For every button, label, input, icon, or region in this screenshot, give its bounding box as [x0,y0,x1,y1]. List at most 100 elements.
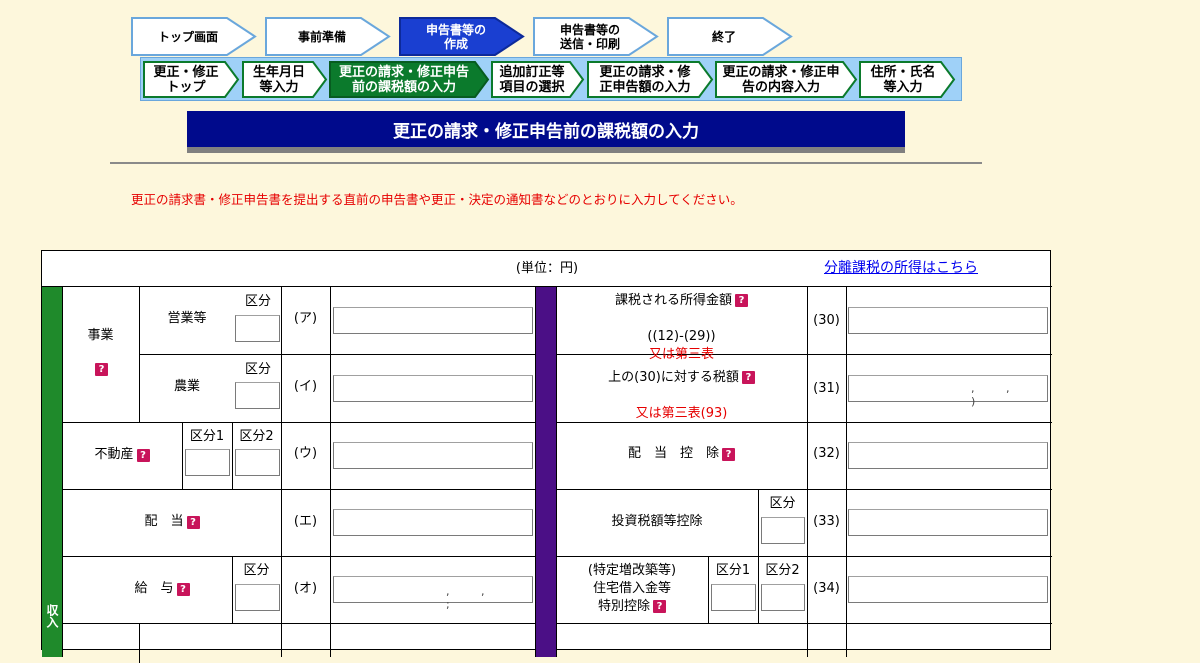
r33-amount-input[interactable] [848,509,1048,536]
r30-label-block: 課税される所得金額? ((12)-(29)) 又は第三表 [556,293,807,362]
code-a: (ア) [293,311,318,326]
step-label: 申告書等の 送信・印刷 [559,22,620,51]
substep-label: 更正の請求・修 正申告額の入力 [599,64,691,95]
substep-correction-content[interactable]: 更正の請求・修正申 告の内容入力 [715,61,858,98]
substep-additional-items[interactable]: 追加訂正等 項目の選択 [491,61,585,98]
eigyo-amount-input[interactable] [333,307,533,334]
tax-form: (単位：円) 分離課税の所得はこちら 収入 事業 ? 営業等 区分 (ア) 農業… [41,250,1052,663]
step-create-return[interactable]: 申告書等の 作成 [399,17,525,56]
r32-amount-input[interactable] [848,442,1048,469]
eigyo-kubun-label: 区分 [244,294,271,309]
fudosan-amount-input[interactable] [333,442,533,469]
haito-row-label: 配 当? [102,510,242,534]
income-band-label: 収入 [45,604,59,628]
nogyo-kubun-label: 区分 [244,362,271,377]
notice-text: 更正の請求書・修正申告書を提出する直前の申告書や更正・決定の通知書などのとおりに… [131,192,743,207]
help-icon-r31[interactable]: ? [741,371,755,384]
substep-label: 追加訂正等 項目の選択 [499,64,565,95]
substep-correction-top[interactable]: 更正・修正 トップ [143,61,240,98]
grid-line [556,556,1052,557]
r31-amount-input[interactable]: , , ) [848,375,1048,408]
grid-line [807,287,808,657]
kyuyo-kubun-label: 区分 [243,563,270,578]
fudosan-kubun1-input[interactable] [185,449,230,476]
r30-sub: ((12)-(29)) [647,329,716,344]
grid-line [62,489,536,490]
r31-text: 上の(30)に対する税額? 又は第三表(93) [608,351,755,423]
step-send-print[interactable]: 申告書等の 送信・印刷 [533,17,659,56]
nogyo-label: 農業 [173,379,200,394]
help-icon-haito[interactable]: ? [186,515,200,529]
page-title-shadow [187,147,905,153]
step-preparation[interactable]: 事前準備 [265,17,391,56]
r30-label: 課税される所得金額 [614,293,732,308]
divider [110,162,982,164]
r33-kubun-label: 区分 [769,496,796,511]
step-finish[interactable]: 終了 [667,17,793,56]
step-label: 終了 [711,29,736,44]
fudosan-kubun2-label: 区分2 [239,429,274,444]
kyuyo-label: 給 与 [134,581,174,596]
r32-label-block: 配 当 控 除? [556,442,807,466]
help-icon-fudosan[interactable]: ? [136,448,150,462]
r34-label-block: (特定増改築等) 住宅借入金等 特別控除? [556,561,708,617]
r31-red: 又は第三表(93) [635,406,728,421]
code-u: (ウ) [293,446,318,461]
help-icon-business[interactable]: ? [95,363,108,376]
r34-kubun1-label: 区分1 [715,563,751,578]
haito-amount-input[interactable] [333,509,533,536]
nogyo-kubun-input[interactable] [235,382,280,409]
eigyo-label: 営業等 [167,311,207,326]
code-33: (33) [813,514,840,529]
r34-kubun2-input[interactable] [761,584,805,611]
step-top[interactable]: トップ画面 [131,17,257,56]
code-30: (30) [813,313,840,328]
grid-line [535,287,536,657]
separate-tax-link[interactable]: 分離課税の所得はこちら [824,257,978,277]
step-label: 申告書等の 作成 [425,22,486,51]
kyuyo-digit-separators: , , ; [446,585,499,611]
r33-kubun-input[interactable] [761,517,805,544]
nogyo-amount-input[interactable] [333,375,533,402]
fudosan-kubun2-input[interactable] [235,449,280,476]
substep-label: 更正の請求・修正申 告の内容入力 [722,64,840,95]
r31-label-block: 上の(30)に対する税額? 又は第三表(93) [556,367,807,421]
fudosan-label: 不動産 [94,447,134,462]
r31-digit-separators: , , ) [971,382,1024,408]
code-o: (オ) [293,581,318,596]
r32-label: 配 当 控 除 [627,446,719,461]
kyuyo-row-label: 給 与? [102,577,222,601]
r34-amount-input[interactable] [848,576,1048,603]
eigyo-kubun-input[interactable] [235,315,280,342]
grid-line [62,623,536,624]
tax-band [536,287,556,657]
grid-line [281,287,282,657]
kyuyo-kubun-input[interactable] [235,584,280,611]
unit-label: (単位：円) [515,261,579,276]
code-e: (エ) [293,514,318,529]
haito-label: 配 当 [144,514,184,529]
r33-label: 投資税額等控除 [611,514,703,529]
substep-label: 生年月日 等入力 [252,64,305,95]
code-i: (イ) [293,379,318,394]
grid-line [139,354,535,355]
substep-prior-tax-input[interactable]: 更正の請求・修正申告 前の課税額の入力 [329,61,490,98]
substep-label: 更正・修正 トップ [153,64,219,95]
kyuyo-amount-input[interactable]: , , ; [333,576,533,611]
r30-amount-input[interactable] [848,307,1048,334]
grid-line [846,287,847,657]
r34-kubun2-label: 区分2 [765,563,800,578]
grid-line [556,623,1052,624]
r34-kubun1-input[interactable] [711,584,756,611]
substep-label: 住所・氏名 等入力 [870,64,936,95]
grid-line [62,556,536,557]
help-icon-kyuyo[interactable]: ? [176,582,190,596]
substep-correction-amount[interactable]: 更正の請求・修 正申告額の入力 [587,61,714,98]
help-icon-r34[interactable]: ? [653,600,666,613]
help-icon-r32[interactable]: ? [722,447,735,461]
help-icon-r30[interactable]: ? [735,294,748,307]
substep-address-name[interactable]: 住所・氏名 等入力 [859,61,957,98]
page-title: 更正の請求・修正申告前の課税額の入力 [187,111,905,147]
grid-line [330,287,331,657]
substep-birthdate[interactable]: 生年月日 等入力 [242,61,328,98]
